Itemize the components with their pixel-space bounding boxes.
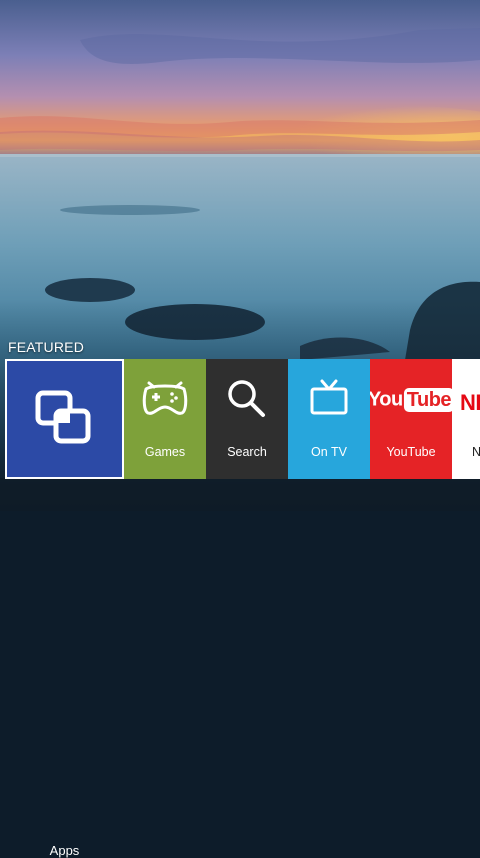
apps-tile[interactable] xyxy=(5,359,124,479)
on-tv-tile-label: On TV xyxy=(311,445,347,459)
netflix-tile-label: N xyxy=(472,445,480,459)
netflix-logo: NETFLIX xyxy=(460,390,480,415)
search-tile-label: Search xyxy=(227,445,267,459)
youtube-logo: You Tube xyxy=(370,388,452,412)
tv-icon xyxy=(310,379,348,415)
games-tile[interactable]: Games xyxy=(124,359,206,479)
youtube-tile[interactable]: You Tube YouTube xyxy=(370,359,452,479)
featured-tiles-row: Apps Games Search On TV You Tube YouTube… xyxy=(0,359,480,858)
youtube-tile-label: YouTube xyxy=(386,445,436,459)
search-icon xyxy=(228,380,265,417)
games-tile-label: Games xyxy=(144,445,186,459)
on-tv-tile[interactable]: On TV xyxy=(288,359,370,479)
search-tile[interactable]: Search xyxy=(206,359,288,479)
featured-section-title: FEATURED xyxy=(8,339,85,355)
gamepad-icon xyxy=(142,381,188,415)
netflix-tile[interactable]: NETFLIX N xyxy=(452,359,480,479)
apps-icon xyxy=(35,390,90,444)
apps-tile-label: Apps xyxy=(49,843,80,858)
